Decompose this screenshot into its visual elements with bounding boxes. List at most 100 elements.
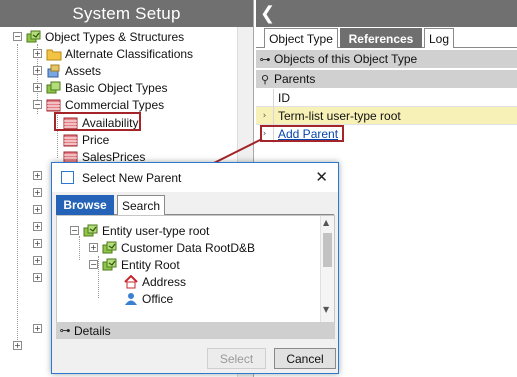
column-header-id: ID xyxy=(256,88,517,107)
object-type-icon xyxy=(46,81,62,95)
collapse-icon[interactable]: − xyxy=(70,226,79,235)
tree-item-office[interactable]: Office xyxy=(123,290,173,307)
collapse-icon[interactable]: − xyxy=(33,100,42,109)
collapse-icon[interactable]: − xyxy=(13,32,22,41)
expand-icon[interactable]: + xyxy=(33,239,42,248)
collapse-icon[interactable]: − xyxy=(89,260,98,269)
section-title: Objects of this Object Type xyxy=(274,52,418,66)
tree-item-hidden[interactable]: + xyxy=(33,218,46,235)
system-setup-title: System Setup xyxy=(72,3,181,23)
expand-icon[interactable]: + xyxy=(33,273,42,282)
tree-item-price[interactable]: Price xyxy=(63,131,109,148)
object-types-icon xyxy=(26,30,42,44)
dialog-title: Select New Parent xyxy=(82,170,182,185)
tree-item-label: Entity Root xyxy=(121,257,180,272)
tree-item-customer-data[interactable]: + Customer Data RootD&B xyxy=(89,239,255,256)
tree-item-label: Office xyxy=(142,291,174,306)
key-icon: ⊶ xyxy=(59,324,71,337)
tab-search[interactable]: Search xyxy=(117,195,165,215)
tree-item-hidden[interactable]: + xyxy=(33,252,46,269)
column-header-label: ID xyxy=(278,90,290,105)
tree-item-label: Address xyxy=(142,274,187,289)
tree-item-label: Customer Data RootD&B xyxy=(121,240,256,255)
key-icon: ⚲ xyxy=(260,72,270,86)
expand-icon[interactable]: + xyxy=(33,256,42,265)
tree-item-address[interactable]: Address xyxy=(123,273,186,290)
dialog-body: Browse Search − Entity user-type root + … xyxy=(52,192,338,373)
back-arrow-icon[interactable]: ❮ xyxy=(260,3,275,24)
expand-icon[interactable]: + xyxy=(33,83,42,92)
tree-item-alternate-classifications[interactable]: + Alternate Classifications xyxy=(33,45,193,62)
cancel-button[interactable]: Cancel xyxy=(274,348,336,369)
scroll-thumb[interactable] xyxy=(323,233,332,267)
tree-item-assets[interactable]: + Assets xyxy=(33,62,101,79)
tree-item-label: Basic Object Types xyxy=(65,80,168,95)
tab-log[interactable]: Log xyxy=(424,28,454,48)
tree-item-label: Commercial Types xyxy=(65,97,165,112)
section-title: Parents xyxy=(274,72,316,86)
person-icon xyxy=(123,292,139,306)
system-setup-header: System Setup xyxy=(0,0,253,27)
select-new-parent-dialog: Select New Parent ✕ Browse Search − Enti… xyxy=(51,162,339,374)
tree-item-basic-object-types[interactable]: + Basic Object Types xyxy=(33,79,168,96)
close-icon[interactable]: ✕ xyxy=(315,168,328,186)
expand-icon[interactable]: + xyxy=(33,49,42,58)
object-types-icon xyxy=(102,241,118,255)
row-marker xyxy=(256,88,274,107)
row-expand-icon[interactable]: › xyxy=(256,106,274,125)
tree-item-label: Price xyxy=(82,132,110,147)
detail-header: ❮ xyxy=(256,0,517,27)
expand-icon[interactable]: + xyxy=(33,205,42,214)
tree-item-hidden[interactable]: + xyxy=(33,167,46,184)
expand-icon[interactable]: + xyxy=(33,171,42,180)
detail-tabs: Object Type References Log xyxy=(256,27,517,48)
tree-guide xyxy=(79,236,80,260)
parents-section-header[interactable]: ⚲ Parents xyxy=(256,70,517,88)
object-types-icon xyxy=(102,258,118,272)
dialog-footer: Select Cancel xyxy=(52,344,338,373)
house-icon xyxy=(123,274,139,289)
details-section-header[interactable]: ⊶ Details xyxy=(56,322,335,339)
tree-item-label: Object Types & Structures xyxy=(45,29,185,44)
objects-section-header[interactable]: ⊶ Objects of this Object Type xyxy=(256,50,517,68)
parent-row-label: Term-list user-type root xyxy=(278,108,401,123)
tree-item-hidden[interactable]: + xyxy=(33,201,46,218)
scroll-down-icon[interactable]: ▼ xyxy=(323,305,329,314)
expand-icon[interactable]: + xyxy=(89,243,98,252)
section-title: Details xyxy=(74,323,111,338)
dialog-title-bar[interactable]: Select New Parent ✕ xyxy=(52,163,338,192)
tree-item-hidden[interactable]: + xyxy=(13,337,26,354)
expand-icon[interactable]: + xyxy=(33,188,42,197)
select-button[interactable]: Select xyxy=(207,348,266,369)
tree-scrollbar[interactable]: ▲ ▼ xyxy=(320,216,334,338)
tree-item-label: Entity user-type root xyxy=(102,223,210,238)
scroll-up-icon[interactable]: ▲ xyxy=(323,218,329,227)
tree-item-hidden[interactable]: + xyxy=(33,269,46,286)
tab-references[interactable]: References xyxy=(340,28,422,48)
add-parent-highlight-box xyxy=(260,125,344,142)
tree-item-entity-user-type-root[interactable]: − Entity user-type root xyxy=(70,222,209,239)
dialog-tabs: Browse Search xyxy=(56,195,334,215)
parent-row-termlist[interactable]: › Term-list user-type root xyxy=(256,106,517,125)
tree-item-label: Alternate Classifications xyxy=(65,46,194,61)
availability-highlight-box xyxy=(54,112,141,131)
assets-icon xyxy=(46,64,62,78)
tree-item-hidden[interactable]: + xyxy=(33,184,46,201)
tree-item-entity-root[interactable]: − Entity Root xyxy=(89,256,180,273)
tree-item-hidden[interactable]: + xyxy=(33,320,46,337)
table-icon xyxy=(63,133,79,147)
tree-item-commercial-types[interactable]: − Commercial Types xyxy=(33,96,164,113)
expand-icon[interactable]: + xyxy=(33,66,42,75)
tab-browse[interactable]: Browse xyxy=(56,195,114,215)
tree-item-object-types[interactable]: − Object Types & Structures xyxy=(13,28,184,45)
tree-item-hidden[interactable]: + xyxy=(33,235,46,252)
key-icon: ⊶ xyxy=(259,52,271,66)
table-icon xyxy=(46,98,62,112)
expand-icon[interactable]: + xyxy=(13,341,22,350)
tree-item-label: Assets xyxy=(65,63,102,78)
tab-object-type[interactable]: Object Type xyxy=(264,28,338,48)
tree-guide xyxy=(17,44,18,344)
expand-icon[interactable]: + xyxy=(33,222,42,231)
expand-icon[interactable]: + xyxy=(33,324,42,333)
object-types-icon xyxy=(83,224,99,238)
